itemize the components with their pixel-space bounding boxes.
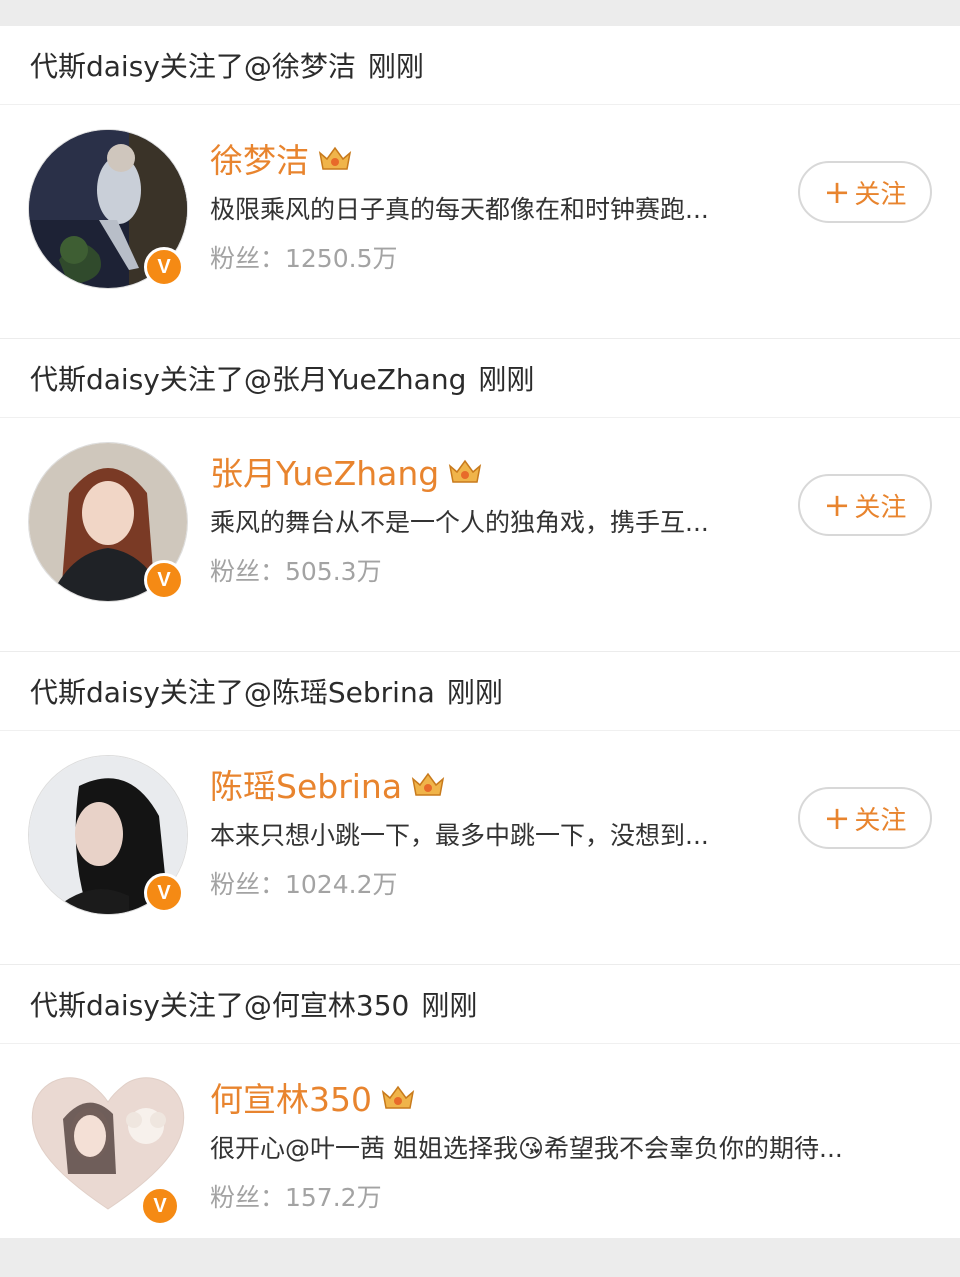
mention-link[interactable]: @陈瑶Sebrina [244, 671, 435, 711]
actor-text: 代斯daisy关注了 [30, 676, 244, 709]
timestamp: 刚刚 [446, 676, 503, 709]
timestamp: 刚刚 [367, 50, 424, 83]
follow-button[interactable]: + 关注 [798, 161, 932, 223]
verified-badge-icon: V [140, 1186, 180, 1226]
fans-count: 粉丝：157.2万 [210, 1183, 382, 1212]
avatar[interactable]: V [28, 1064, 188, 1226]
avatar[interactable]: V [28, 129, 188, 289]
user-description: 极限乘风的日子真的每天都像在和时钟赛跑... [210, 195, 709, 224]
avatar[interactable]: V [28, 755, 188, 915]
user-name[interactable]: 徐梦洁 [210, 134, 309, 182]
feed-card-header: 代斯daisy关注了 @何宣林350 刚刚 [0, 965, 960, 1044]
crown-icon [411, 772, 445, 796]
follow-button[interactable]: + 关注 [798, 474, 932, 536]
user-row[interactable]: V 张月YueZhang 乘风的舞台从不是一个人的独角戏，携手互... 粉丝：5… [0, 418, 960, 651]
follow-label: 关注 [854, 179, 907, 210]
actor-text: 代斯daisy关注了 [30, 363, 244, 396]
mention-link[interactable]: @何宣林350 [244, 984, 409, 1024]
user-name[interactable]: 张月YueZhang [210, 447, 439, 495]
feed-card: 代斯daisy关注了 @陈瑶Sebrina 刚刚 V 陈瑶Sebrina 本来只… [0, 652, 960, 964]
plus-icon: + [823, 173, 851, 211]
mention-link[interactable]: @张月YueZhang [244, 358, 466, 398]
plus-icon: + [823, 486, 851, 524]
plus-icon: + [823, 799, 851, 837]
feed-card-header: 代斯daisy关注了 @张月YueZhang 刚刚 [0, 339, 960, 418]
verified-badge-icon: V [144, 247, 184, 287]
follow-label: 关注 [854, 805, 907, 836]
feed-card: 代斯daisy关注了 @徐梦洁 刚刚 V 徐梦洁 极限乘风的日子真的每天都像在和… [0, 26, 960, 338]
verified-badge-icon: V [144, 560, 184, 600]
actor-text: 代斯daisy关注了 [30, 50, 244, 83]
timestamp: 刚刚 [478, 363, 535, 396]
user-name[interactable]: 陈瑶Sebrina [210, 760, 402, 808]
feed-card-header: 代斯daisy关注了 @陈瑶Sebrina 刚刚 [0, 652, 960, 731]
fans-count: 粉丝：1024.2万 [210, 870, 398, 899]
user-row[interactable]: V 徐梦洁 极限乘风的日子真的每天都像在和时钟赛跑... 粉丝：1250.5万 … [0, 105, 960, 338]
follow-feed: 代斯daisy关注了 @徐梦洁 刚刚 V 徐梦洁 极限乘风的日子真的每天都像在和… [0, 0, 960, 1238]
user-description: 本来只想小跳一下，最多中跳一下，没想到... [210, 821, 709, 850]
avatar[interactable]: V [28, 442, 188, 602]
user-row[interactable]: V 何宣林350 很开心@叶一茜 姐姐选择我😘希望我不会辜负你的期待... 粉丝… [0, 1044, 960, 1277]
timestamp: 刚刚 [421, 989, 478, 1022]
crown-icon [318, 146, 352, 170]
user-description: 很开心@叶一茜 姐姐选择我😘希望我不会辜负你的期待... [210, 1134, 843, 1163]
feed-card: 代斯daisy关注了 @何宣林350 刚刚 V 何宣林350 很开心@叶一茜 姐… [0, 965, 960, 1238]
follow-button[interactable]: + 关注 [798, 787, 932, 849]
user-name[interactable]: 何宣林350 [210, 1073, 372, 1121]
crown-icon [449, 459, 482, 483]
verified-badge-icon: V [144, 873, 184, 913]
fans-count: 粉丝：1250.5万 [210, 244, 398, 273]
user-description: 乘风的舞台从不是一个人的独角戏，携手互... [210, 508, 709, 537]
feed-card-header: 代斯daisy关注了 @徐梦洁 刚刚 [0, 26, 960, 105]
crown-icon [381, 1085, 415, 1109]
user-row[interactable]: V 陈瑶Sebrina 本来只想小跳一下，最多中跳一下，没想到... 粉丝：10… [0, 731, 960, 964]
follow-label: 关注 [854, 492, 907, 523]
feed-card: 代斯daisy关注了 @张月YueZhang 刚刚 V 张月YueZhang 乘… [0, 339, 960, 651]
fans-count: 粉丝：505.3万 [210, 557, 382, 586]
mention-link[interactable]: @徐梦洁 [244, 45, 356, 85]
actor-text: 代斯daisy关注了 [30, 989, 244, 1022]
